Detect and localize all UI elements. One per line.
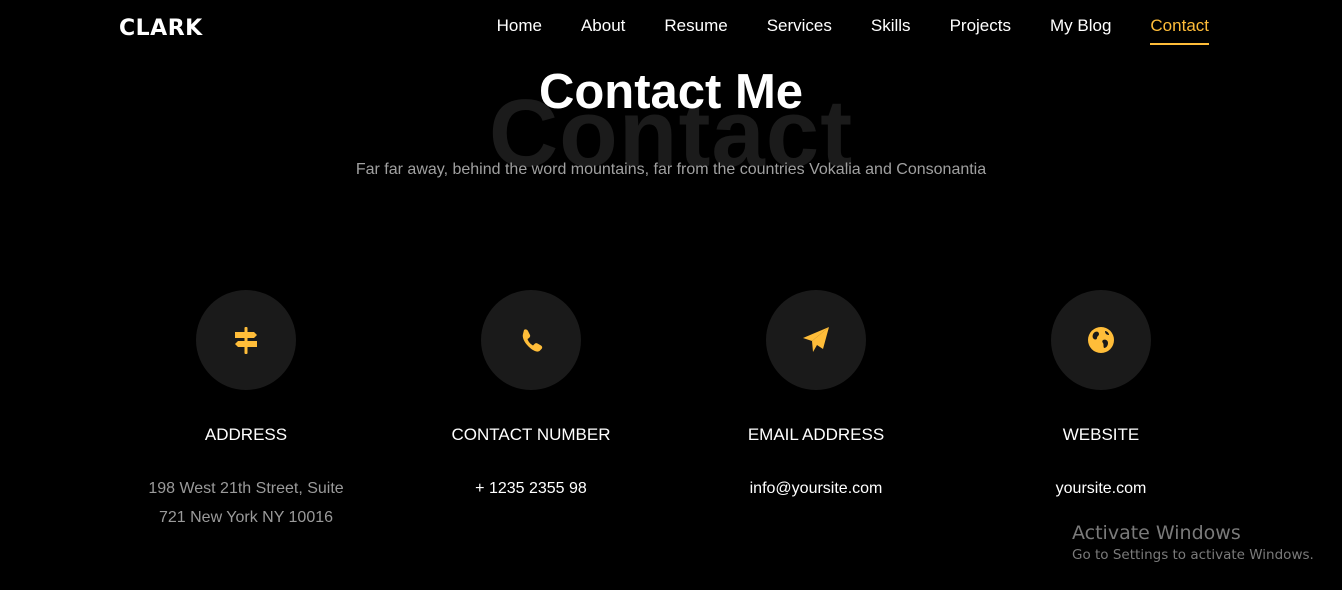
windows-activation-watermark: Activate Windows Go to Settings to activ… <box>1072 522 1314 563</box>
watermark-title: Activate Windows <box>1072 522 1241 544</box>
nav-contact-link[interactable]: Contact <box>1150 16 1209 45</box>
nav-about-link[interactable]: About <box>581 16 625 42</box>
website-link[interactable]: yoursite.com <box>981 474 1221 503</box>
phone-icon <box>522 329 543 352</box>
contact-info-cards: ADDRESS 198 West 21th Street, Suite 721 … <box>0 290 1342 550</box>
email-card: EMAIL ADDRESS info@yoursite.com <box>696 290 936 503</box>
navbar: CLARK Home About Resume Services Skills … <box>0 0 1342 56</box>
website-card: WEBSITE yoursite.com <box>981 290 1221 503</box>
website-title: WEBSITE <box>1062 425 1140 444</box>
contact-number-card: CONTACT NUMBER + 1235 2355 98 <box>411 290 651 503</box>
address-title: ADDRESS <box>204 425 288 444</box>
watermark-subtitle: Go to Settings to activate Windows. <box>1072 547 1314 563</box>
nav-home-link[interactable]: Home <box>497 16 542 42</box>
website-icon-circle <box>1051 290 1151 390</box>
page-title: Contact Me <box>538 65 804 119</box>
nav-services-link[interactable]: Services <box>767 16 832 42</box>
nav-blog-link[interactable]: My Blog <box>1050 16 1111 42</box>
brand-logo[interactable]: CLARK <box>119 16 203 41</box>
phone-icon-circle <box>481 290 581 390</box>
contact-number-title: CONTACT NUMBER <box>451 425 611 444</box>
email-icon-circle <box>766 290 866 390</box>
email-link[interactable]: info@yoursite.com <box>696 474 936 503</box>
nav-menu: Home About Resume Services Skills Projec… <box>497 16 1209 45</box>
section-heading: Contact Contact Me Far far away, behind … <box>0 62 1342 182</box>
email-title: EMAIL ADDRESS <box>747 425 885 444</box>
page-subtitle: Far far away, behind the word mountains,… <box>355 161 987 178</box>
paper-plane-icon <box>803 327 829 352</box>
address-value: 198 West 21th Street, Suite 721 New York… <box>148 480 344 526</box>
address-icon-circle <box>196 290 296 390</box>
nav-projects-link[interactable]: Projects <box>950 16 1011 42</box>
address-card: ADDRESS 198 West 21th Street, Suite 721 … <box>126 290 366 532</box>
signpost-icon <box>235 327 257 354</box>
globe-icon <box>1088 327 1114 353</box>
phone-number-link[interactable]: + 1235 2355 98 <box>411 474 651 503</box>
nav-skills-link[interactable]: Skills <box>871 16 911 42</box>
nav-resume-link[interactable]: Resume <box>664 16 727 42</box>
